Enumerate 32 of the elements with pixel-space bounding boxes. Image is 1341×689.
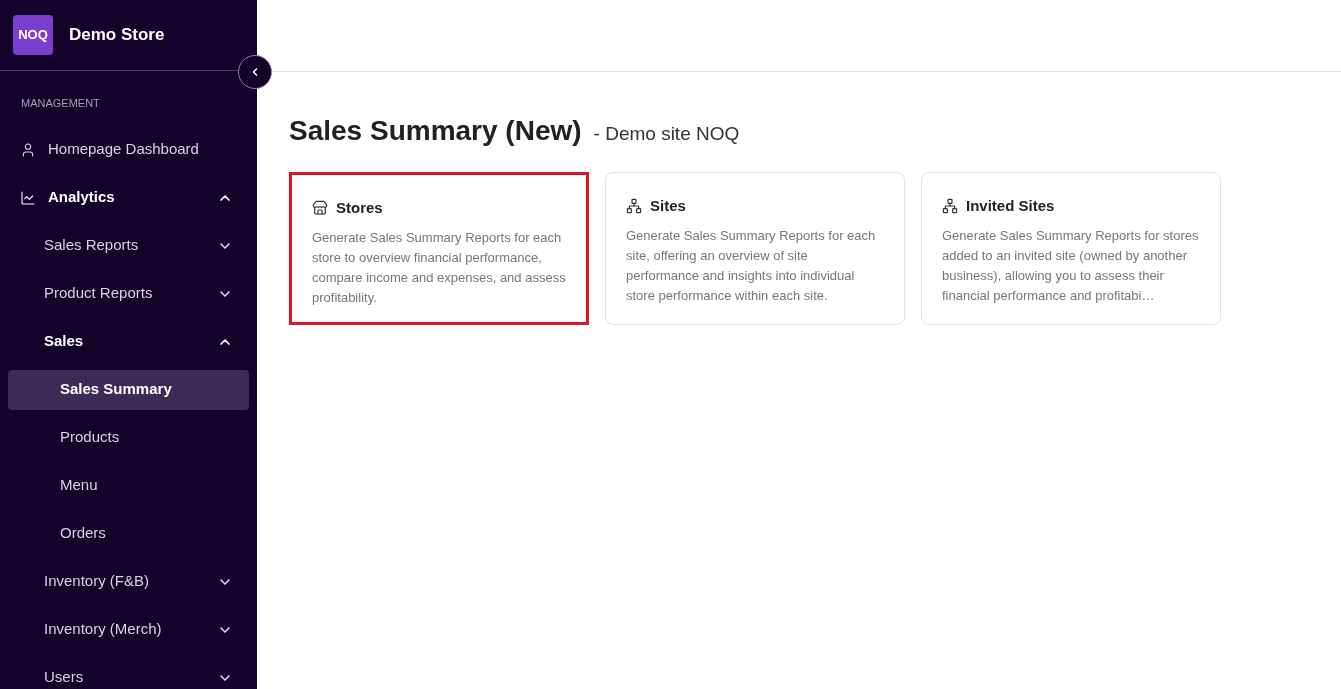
sidebar-item[interactable]: Inventory (Merch) bbox=[8, 609, 249, 650]
logo: NOQ bbox=[13, 15, 53, 55]
line-chart-icon bbox=[20, 189, 36, 206]
sidebar-item[interactable]: Sales bbox=[8, 321, 249, 362]
card-description: Generate Sales Summary Reports for each site, offering an overview of site performance and insights into individual store performance within each site. bbox=[626, 226, 877, 305]
sidebar-item[interactable]: Menu bbox=[8, 465, 249, 506]
sidebar-item[interactable]: Homepage Dashboard bbox=[8, 129, 249, 170]
report-card[interactable]: Invited Sites Generate Sales Summary Reports for stores added to an invited site (owned by another business), allowing you to assess their financial performance and profitabi… bbox=[921, 172, 1221, 325]
sitemap-icon bbox=[626, 198, 642, 215]
sidebar-item[interactable]: Analytics bbox=[8, 177, 249, 218]
card-description: Generate Sales Summary Reports for each store to overview financial performance, compare income and expenses, and assess profitability. bbox=[312, 228, 566, 307]
sidebar-item[interactable]: Users bbox=[8, 657, 249, 689]
sitemap-icon bbox=[942, 198, 958, 215]
card-title: Sites bbox=[650, 196, 686, 216]
user-icon bbox=[20, 141, 36, 158]
sidebar-item[interactable]: Sales Reports bbox=[8, 225, 249, 266]
report-card[interactable]: Stores Generate Sales Summary Reports for each store to overview financial performance, compare income and expenses, and assess profitability. bbox=[289, 172, 589, 325]
card-description: Generate Sales Summary Reports for stores added to an invited site (owned by another business), allowing you to assess their financial performance and profitabi… bbox=[942, 226, 1200, 305]
collapse-sidebar-button[interactable] bbox=[238, 55, 272, 89]
sidebar-item[interactable]: Inventory (F&B) bbox=[8, 561, 249, 602]
sidebar-item[interactable]: Sales Summary bbox=[8, 369, 249, 410]
section-label: MANAGEMENT bbox=[20, 96, 101, 111]
report-card[interactable]: Sites Generate Sales Summary Reports for each site, offering an overview of site performance and insights into individual store performance within each site. bbox=[605, 172, 905, 325]
store-icon bbox=[312, 200, 328, 217]
card-title: Invited Sites bbox=[966, 196, 1055, 216]
sidebar-item[interactable]: Product Reports bbox=[8, 273, 249, 314]
sidebar-item[interactable]: Products bbox=[8, 417, 249, 458]
store-name: Demo Store bbox=[69, 24, 165, 47]
card-title: Stores bbox=[336, 198, 383, 218]
page-subtitle: - Demo site NOQ bbox=[593, 122, 740, 146]
page-title: Sales Summary (New) bbox=[289, 114, 582, 148]
sidebar-item[interactable]: Orders bbox=[8, 513, 249, 554]
